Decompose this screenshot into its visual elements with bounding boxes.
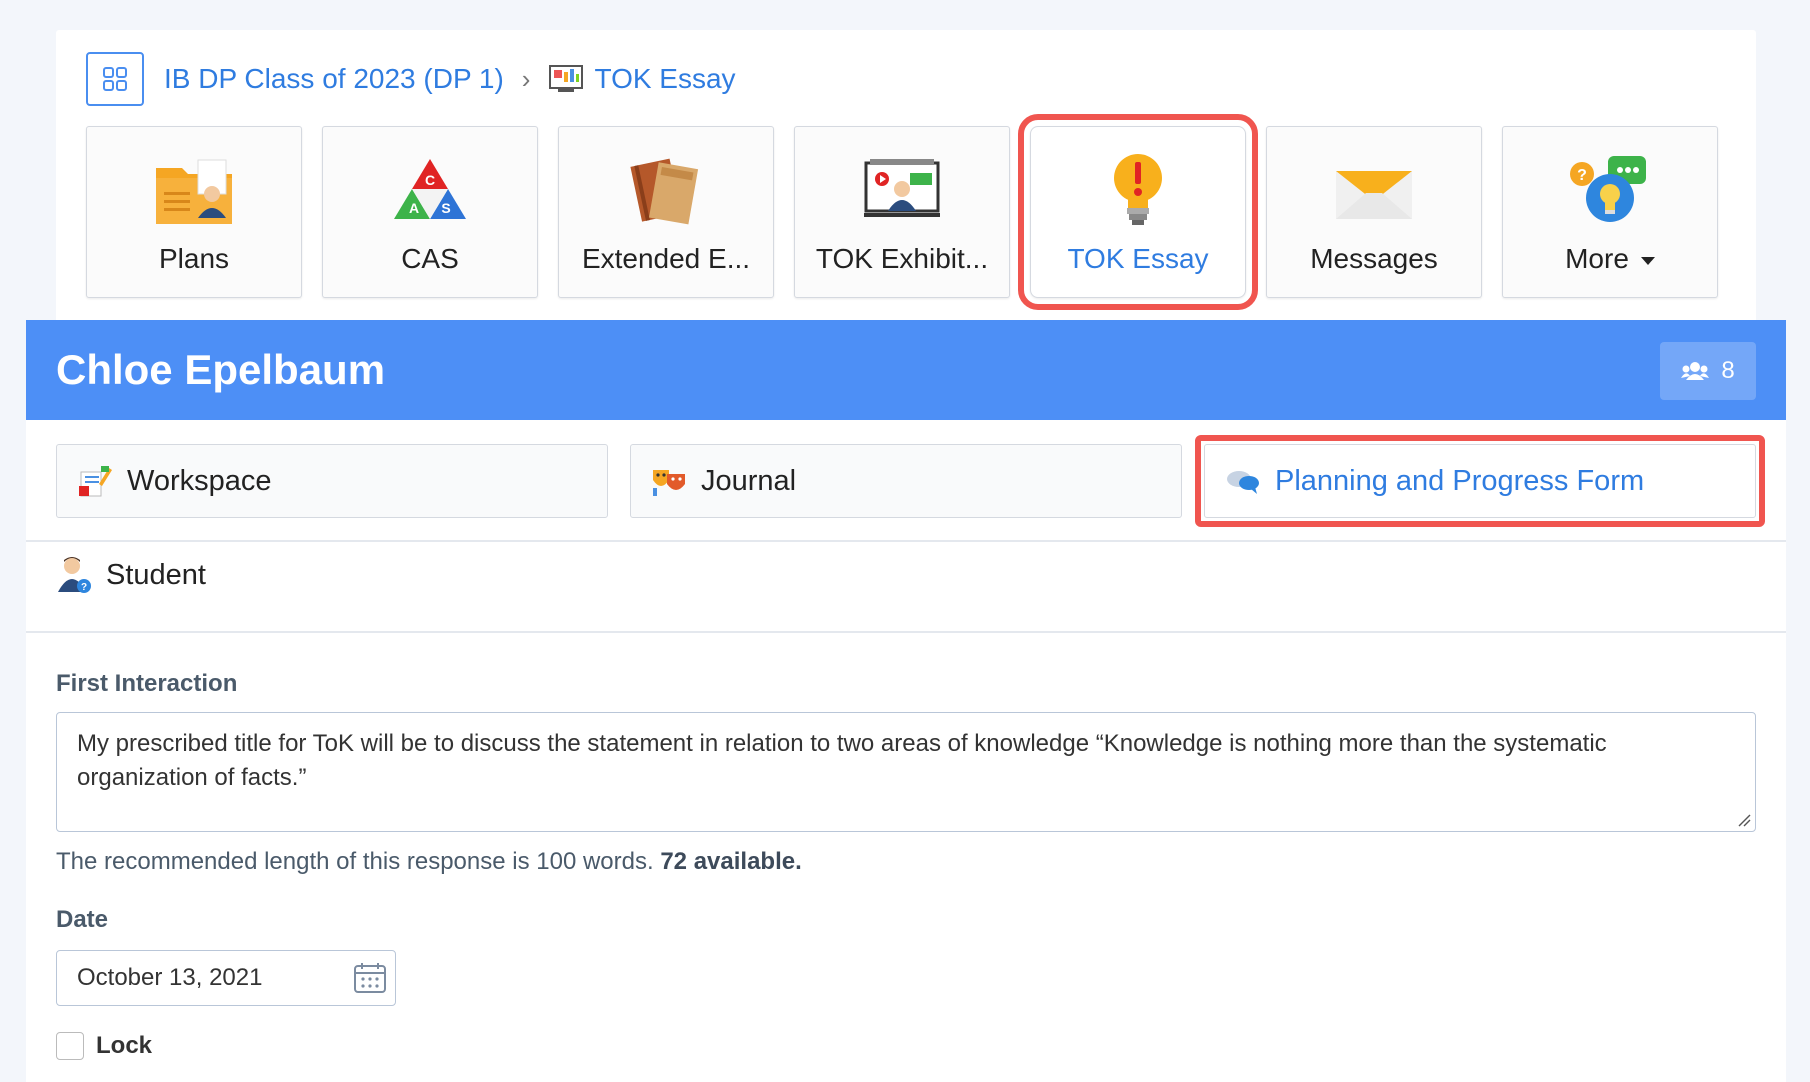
books-icon bbox=[624, 149, 708, 231]
top-navigation-card: IB DP Class of 2023 (DP 1) › TOK Essay P… bbox=[56, 30, 1756, 330]
folder-person-icon bbox=[152, 149, 236, 231]
tile-tok-essay[interactable]: TOK Essay bbox=[1018, 114, 1258, 310]
tile-label: Plans bbox=[158, 243, 230, 274]
date-label: Date bbox=[56, 906, 109, 933]
tab-label: Journal bbox=[701, 464, 797, 497]
svg-text:?: ? bbox=[1577, 167, 1587, 184]
tile-cas[interactable]: C A S CAS bbox=[322, 126, 538, 298]
tile-label: Messages bbox=[1310, 243, 1438, 274]
first-interaction-textarea[interactable]: My prescribed title for ToK will be to d… bbox=[56, 712, 1756, 832]
length-hint: The recommended length of this response … bbox=[56, 848, 802, 876]
more-label: More bbox=[1565, 243, 1629, 274]
breadcrumb-class-link[interactable]: IB DP Class of 2023 (DP 1) bbox=[164, 63, 504, 95]
tab-planning-progress-form[interactable]: Planning and Progress Form bbox=[1195, 435, 1765, 527]
lock-checkbox[interactable] bbox=[56, 1032, 84, 1060]
svg-text:C: C bbox=[425, 172, 435, 188]
tab-label: Workspace bbox=[127, 464, 272, 497]
svg-text:S: S bbox=[441, 200, 450, 216]
student-panel: Chloe Epelbaum 8 Workspace Journal Plann… bbox=[26, 320, 1786, 1082]
first-interaction-text: My prescribed title for ToK will be to d… bbox=[77, 730, 1607, 791]
role-label: Student bbox=[106, 558, 206, 591]
tile-tok-exhibition[interactable]: TOK Exhibit... bbox=[794, 126, 1010, 298]
tab-journal[interactable]: Journal bbox=[630, 444, 1182, 518]
grid-icon bbox=[103, 67, 127, 91]
help-bulb-icon: ? bbox=[1568, 149, 1652, 231]
student-banner: Chloe Epelbaum 8 bbox=[26, 320, 1786, 420]
svg-text:A: A bbox=[409, 200, 419, 216]
tile-label: CAS bbox=[401, 243, 459, 274]
tile-more[interactable]: ? More bbox=[1502, 126, 1718, 298]
resize-grip-icon[interactable] bbox=[1737, 813, 1751, 827]
svg-text:?: ? bbox=[81, 582, 87, 593]
members-button[interactable]: 8 bbox=[1660, 342, 1756, 400]
date-value: October 13, 2021 bbox=[77, 964, 263, 991]
lock-label: Lock bbox=[96, 1032, 153, 1059]
chevron-right-icon: › bbox=[521, 63, 531, 94]
lock-option: Lock bbox=[56, 1032, 152, 1060]
apps-grid-button[interactable] bbox=[86, 52, 144, 106]
tab-label: Planning and Progress Form bbox=[1275, 464, 1645, 497]
presentation-icon bbox=[860, 149, 944, 231]
tile-messages[interactable]: Messages bbox=[1266, 126, 1482, 298]
divider bbox=[26, 540, 1786, 542]
hint-text: The recommended length of this response … bbox=[56, 848, 654, 875]
theater-masks-icon bbox=[651, 466, 687, 496]
cas-triangle-icon: C A S bbox=[388, 149, 472, 231]
envelope-icon bbox=[1332, 149, 1416, 231]
chat-bubbles-icon bbox=[1225, 467, 1261, 495]
tile-extended-essay[interactable]: Extended E... bbox=[558, 126, 774, 298]
student-avatar-icon: ? bbox=[56, 556, 92, 594]
users-icon bbox=[1681, 362, 1710, 380]
tile-plans[interactable]: Plans bbox=[86, 126, 302, 298]
member-count: 8 bbox=[1721, 357, 1735, 384]
date-input[interactable]: October 13, 2021 bbox=[56, 950, 396, 1006]
tile-label: TOK Essay bbox=[1067, 243, 1209, 274]
calendar-icon[interactable] bbox=[353, 961, 387, 995]
breadcrumb-current[interactable]: TOK Essay bbox=[594, 63, 735, 95]
divider bbox=[26, 631, 1786, 633]
breadcrumb: IB DP Class of 2023 (DP 1) › TOK Essay bbox=[86, 52, 736, 106]
role-indicator: ? Student bbox=[56, 556, 206, 594]
tok-essay-small-icon bbox=[548, 64, 584, 94]
first-interaction-label: First Interaction bbox=[56, 670, 238, 697]
section-tabs: Workspace Journal Planning and Progress … bbox=[56, 435, 1765, 527]
caret-down-icon bbox=[1640, 256, 1655, 265]
lightbulb-icon bbox=[1096, 149, 1180, 231]
student-name: Chloe Epelbaum bbox=[56, 346, 386, 393]
tile-label: More bbox=[1565, 243, 1655, 275]
tile-label: Extended E... bbox=[581, 243, 751, 274]
tab-workspace[interactable]: Workspace bbox=[56, 444, 608, 518]
notes-pencil-icon bbox=[77, 464, 113, 498]
hint-available: 72 available. bbox=[660, 848, 802, 875]
tile-label: TOK Exhibit... bbox=[815, 243, 989, 274]
